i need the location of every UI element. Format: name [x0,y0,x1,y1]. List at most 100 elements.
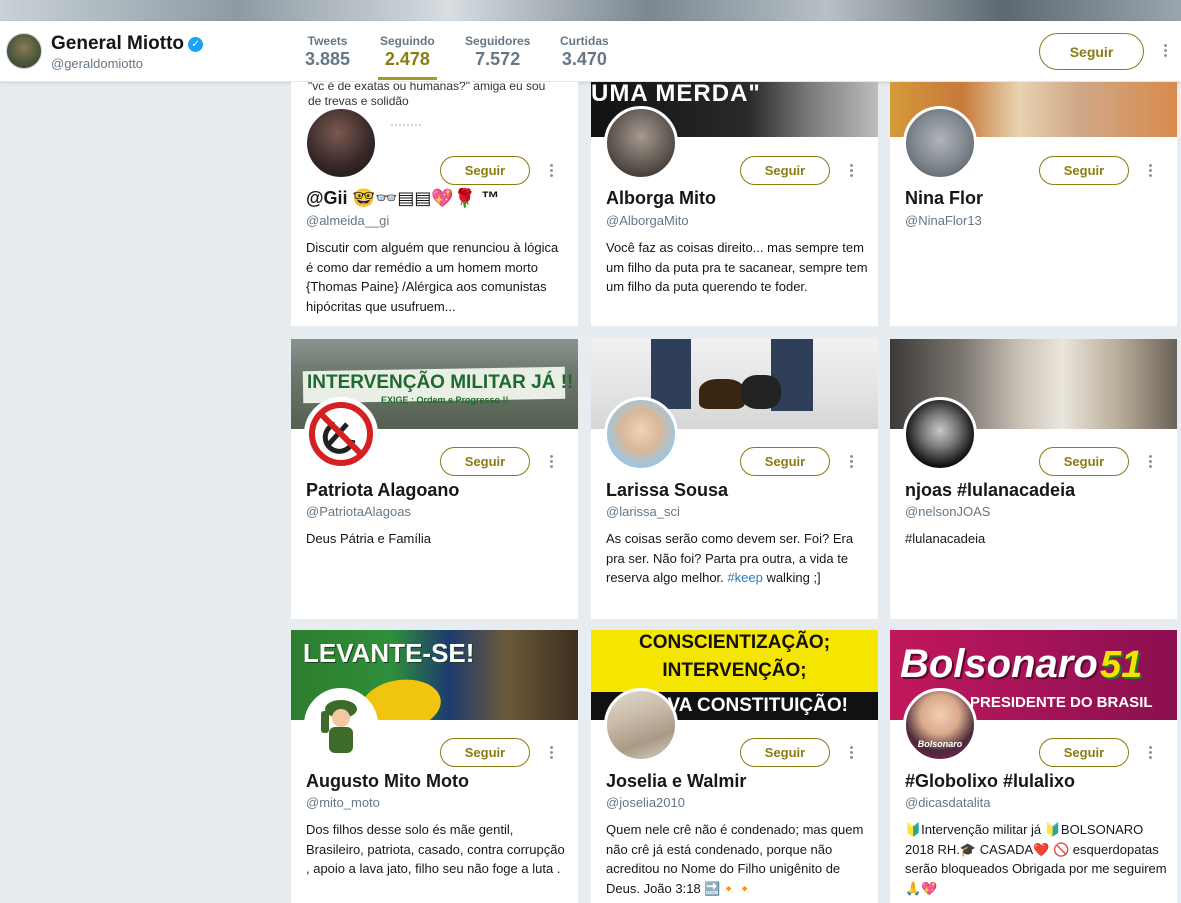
profile-handle[interactable]: @geraldomiotto [51,56,143,71]
stat-label: Seguidores [465,34,531,48]
user-bio: 🔰Intervenção militar já 🔰BOLSONARO 2018 … [905,822,1167,896]
profile-header-banner [0,0,1181,21]
banner-text: "vc é de exatas ou humanas?" amiga eu so… [308,82,546,108]
banner-subtext: PRESIDENTE DO BRASIL [970,694,1153,711]
user-name[interactable]: Larissa Sousa [606,480,728,501]
user-avatar[interactable]: Bolsonaro [903,688,977,762]
user-name[interactable]: Patriota Alagoano [306,480,459,501]
stat-label: Seguindo [380,34,435,48]
banner-subtext: EXIGE : Ordem e Progresso !! [381,395,509,405]
user-name[interactable]: njoas #lulanacadeia [905,480,1075,501]
banner-text: Bolsonaro [900,642,1098,686]
user-name[interactable]: @Gii 🤓👓▤▤💖🌹 ™ [306,188,499,209]
bio-hashtag-link[interactable]: #keep [727,570,762,585]
user-card[interactable]: UMA MERDA" Seguir Alborga Mito @AlborgaM… [591,82,878,326]
user-card[interactable]: Seguir njoas #lulanacadeia @nelsonJOAS #… [890,339,1177,619]
follow-button[interactable]: Seguir [440,156,530,185]
avatar-text: Bolsonaro [917,739,963,749]
profile-avatar[interactable] [6,33,42,69]
more-options-icon[interactable] [1147,164,1153,177]
banner-line: CONSCIENTIZAÇÃO; [638,632,831,653]
follow-button[interactable]: Seguir [1039,156,1129,185]
user-avatar[interactable] [903,106,977,180]
user-avatar[interactable] [604,397,678,471]
user-handle[interactable]: @AlborgaMito [606,213,689,228]
stat-following[interactable]: Seguindo 2.478 [378,34,437,80]
more-options-icon[interactable] [548,455,554,468]
follow-profile-button[interactable]: Seguir [1039,33,1144,70]
banner-text: UMA MERDA" [591,82,761,107]
user-bio: As coisas serão como devem ser. Foi? Era… [606,529,868,588]
banner-number: 51 [1100,644,1143,686]
stat-label: Curtidas [560,34,609,48]
user-bio: Quem nele crê não é condenado; mas quem … [606,822,864,896]
more-options-icon[interactable] [1147,455,1153,468]
user-avatar[interactable] [304,397,378,471]
user-card[interactable]: Seguir Larissa Sousa @larissa_sci As coi… [591,339,878,619]
banner-decoration [391,124,421,126]
stat-value: 3.885 [305,49,351,69]
user-card[interactable]: LEVANTE-SE! Seguir Augusto Mito Moto @mi… [291,630,578,903]
user-handle[interactable]: @almeida__gi [306,213,389,228]
banner-text: INTERVENÇÃO MILITAR JÁ !! [307,372,574,393]
user-bio: Deus Pátria e Família [306,531,431,546]
bio-text: walking ;] [762,570,821,585]
profile-name-row[interactable]: General Miotto ✓ [51,33,204,55]
more-options-icon[interactable] [848,455,854,468]
user-handle[interactable]: @larissa_sci [606,504,680,519]
user-avatar[interactable] [604,106,678,180]
no-communism-icon [309,402,373,466]
user-bio: Discutir com alguém que renunciou à lógi… [306,240,559,314]
dog-graphic [741,375,781,409]
more-options-icon[interactable] [848,164,854,177]
user-card[interactable]: INTERVENÇÃO MILITAR JÁ !! EXIGE : Ordem … [291,339,578,619]
user-handle[interactable]: @joselia2010 [606,795,685,810]
stat-value: 2.478 [384,49,430,69]
user-card[interactable]: Bolsonaro 51 PRESIDENTE DO BRASIL Bolson… [890,630,1177,903]
user-handle[interactable]: @dicasdatalita [905,795,990,810]
user-name[interactable]: Nina Flor [905,188,983,209]
banner-line: INTERVENÇÃO; [662,660,807,681]
user-name[interactable]: Augusto Mito Moto [306,771,469,792]
dog-graphic [699,379,745,409]
user-bio: Você faz as coisas direito... mas sempre… [606,240,868,294]
bio-hashtag-link[interactable]: #lulanacadeia [905,529,1167,549]
user-avatar[interactable] [304,688,378,762]
profile-nav-bar: General Miotto ✓ @geraldomiotto Tweets 3… [0,21,1181,82]
user-name[interactable]: Joselia e Walmir [606,771,746,792]
follow-button[interactable]: Seguir [1039,738,1129,767]
follow-button[interactable]: Seguir [740,738,830,767]
profile-name[interactable]: General Miotto [51,33,184,55]
user-handle[interactable]: @nelsonJOAS [905,504,990,519]
user-avatar[interactable] [903,397,977,471]
more-options-icon[interactable] [1162,44,1168,57]
user-avatar[interactable] [304,106,378,180]
follow-button[interactable]: Seguir [440,447,530,476]
more-options-icon[interactable] [548,164,554,177]
user-handle[interactable]: @NinaFlor13 [905,213,982,228]
user-card[interactable]: "vc é de exatas ou humanas?" amiga eu so… [291,82,578,326]
stat-tweets[interactable]: Tweets 3.885 [305,34,350,70]
follow-button[interactable]: Seguir [740,447,830,476]
stat-followers[interactable]: Seguidores 7.572 [465,34,530,70]
user-avatar[interactable] [604,688,678,762]
user-bio: Dos filhos desse solo és mãe gentil, Bra… [306,822,565,876]
user-card[interactable]: CONSCIENTIZAÇÃO; INTERVENÇÃO; E NOVA CON… [591,630,878,903]
legs-graphic [651,339,691,409]
user-name[interactable]: Alborga Mito [606,188,716,209]
follow-button[interactable]: Seguir [740,156,830,185]
user-name[interactable]: #Globolixo #lulalixo [905,771,1075,792]
stat-label: Tweets [307,34,348,48]
more-options-icon[interactable] [848,746,854,759]
follow-button[interactable]: Seguir [440,738,530,767]
stat-value: 3.470 [561,49,607,69]
user-card[interactable]: Seguir Nina Flor @NinaFlor13 [890,82,1177,326]
user-handle[interactable]: @PatriotaAlagoas [306,504,411,519]
follow-button[interactable]: Seguir [1039,447,1129,476]
verified-badge-icon: ✓ [188,36,204,52]
more-options-icon[interactable] [1147,746,1153,759]
stat-likes[interactable]: Curtidas 3.470 [560,34,609,70]
user-handle[interactable]: @mito_moto [306,795,380,810]
soldier-icon [321,700,357,753]
more-options-icon[interactable] [548,746,554,759]
